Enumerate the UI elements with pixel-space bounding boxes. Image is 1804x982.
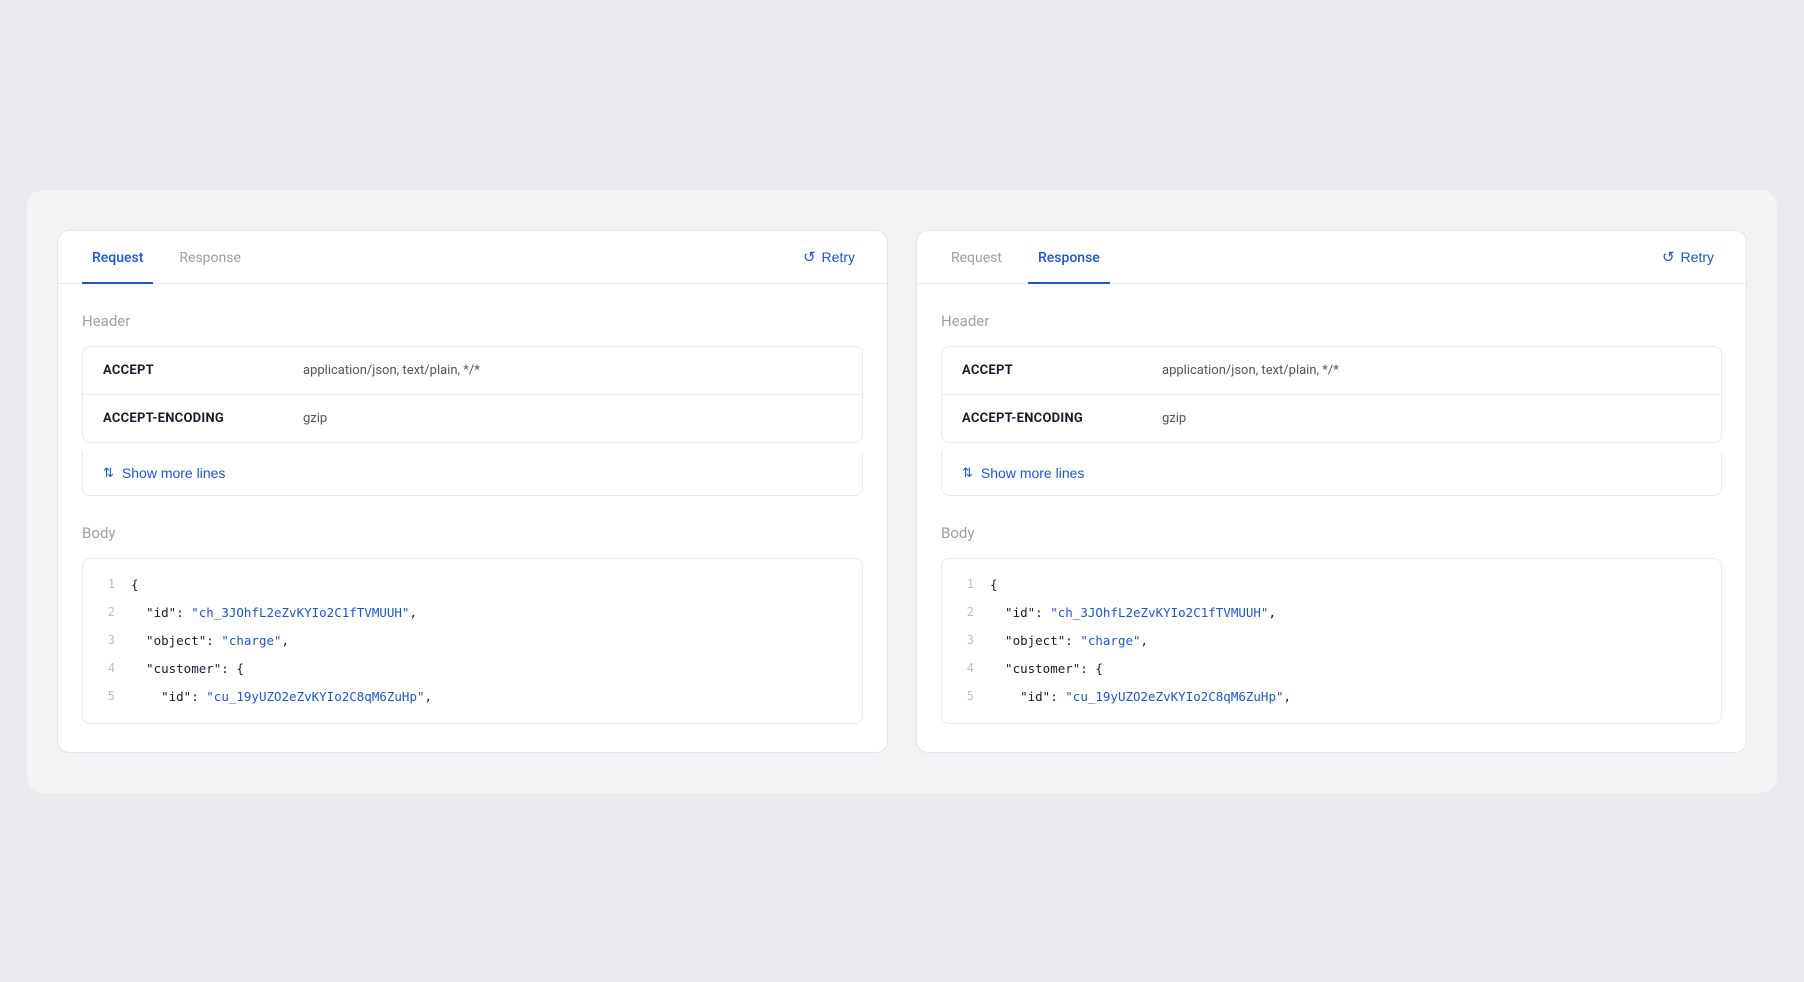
code-line: 4 "customer": { — [942, 655, 1721, 683]
show-more-label: Show more lines — [122, 465, 226, 481]
header-row: ACCEPT-ENCODINGgzip — [83, 395, 862, 442]
expand-icon: ⇅ — [103, 465, 114, 481]
header-value: gzip — [303, 411, 327, 426]
expand-icon: ⇅ — [962, 465, 973, 481]
line-number: 4 — [83, 659, 131, 675]
body-section: Body1{2 "id": "ch_3JOhfL2eZvKYIo2C1fTVMU… — [941, 524, 1722, 724]
panel-body: Header ACCEPTapplication/json, text/plain… — [58, 284, 887, 752]
line-number: 3 — [942, 631, 990, 647]
header-section-title: Header — [82, 312, 863, 330]
code-line: 5 "id": "cu_19yUZO2eZvKYIo2C8qM6ZuHp", — [942, 683, 1721, 711]
header-value: application/json, text/plain, */* — [303, 363, 480, 378]
line-number: 2 — [83, 603, 131, 619]
line-content: "id": "ch_3JOhfL2eZvKYIo2C1fTVMUUH", — [131, 603, 862, 623]
tab-response[interactable]: Response — [1028, 232, 1110, 284]
line-content: "id": "cu_19yUZO2eZvKYIo2C8qM6ZuHp", — [131, 687, 862, 707]
line-number: 2 — [942, 603, 990, 619]
code-line: 1{ — [942, 571, 1721, 599]
panel-body: Header ACCEPTapplication/json, text/plain… — [917, 284, 1746, 752]
panel-left: Request Response ↻ Retry Header ACCEPTapplica… — [57, 230, 888, 753]
show-more-lines-button[interactable]: ⇅ Show more lines — [82, 451, 863, 496]
line-content: "object": "charge", — [131, 631, 862, 651]
panel-right: Request Response ↻ Retry Header ACCEPTapplica… — [916, 230, 1747, 753]
body-section-title: Body — [941, 524, 1722, 542]
line-content: "id": "ch_3JOhfL2eZvKYIo2C1fTVMUUH", — [990, 603, 1721, 623]
show-more-label: Show more lines — [981, 465, 1085, 481]
line-number: 1 — [942, 575, 990, 591]
code-line: 3 "object": "charge", — [942, 627, 1721, 655]
panels-row: RequestResponse↻RetryHeaderACCEPTapplica… — [57, 230, 1747, 753]
line-content: { — [131, 575, 862, 595]
line-content: "customer": { — [131, 659, 862, 679]
code-block: 1{2 "id": "ch_3JOhfL2eZvKYIo2C1fTVMUUH",… — [82, 558, 863, 724]
code-line: 3 "object": "charge", — [83, 627, 862, 655]
code-line: 4 "customer": { — [83, 655, 862, 683]
body-section-title: Body — [82, 524, 863, 542]
retry-button[interactable]: ↻ Retry — [1654, 244, 1722, 270]
line-number: 1 — [83, 575, 131, 591]
code-line: 2 "id": "ch_3JOhfL2eZvKYIo2C1fTVMUUH", — [942, 599, 1721, 627]
code-line: 1{ — [83, 571, 862, 599]
line-number: 5 — [83, 687, 131, 703]
tab-response[interactable]: Response — [169, 232, 251, 284]
header-row: ACCEPTapplication/json, text/plain, */* — [942, 347, 1721, 395]
code-block: 1{2 "id": "ch_3JOhfL2eZvKYIo2C1fTVMUUH",… — [941, 558, 1722, 724]
header-key: ACCEPT — [103, 363, 303, 378]
retry-label: Retry — [822, 249, 855, 265]
header-key: ACCEPT — [962, 363, 1162, 378]
panel-tabs: Request Response ↻ Retry — [58, 231, 887, 284]
code-content: 1{2 "id": "ch_3JOhfL2eZvKYIo2C1fTVMUUH",… — [942, 559, 1721, 723]
body-section: Body1{2 "id": "ch_3JOhfL2eZvKYIo2C1fTVMU… — [82, 524, 863, 724]
retry-label: Retry — [1681, 249, 1714, 265]
code-line: 5 "id": "cu_19yUZO2eZvKYIo2C8qM6ZuHp", — [83, 683, 862, 711]
header-key: ACCEPT-ENCODING — [103, 411, 303, 426]
line-content: "customer": { — [990, 659, 1721, 679]
header-table: ACCEPTapplication/json, text/plain, */*A… — [82, 346, 863, 443]
header-key: ACCEPT-ENCODING — [962, 411, 1162, 426]
header-row: ACCEPTapplication/json, text/plain, */* — [83, 347, 862, 395]
line-number: 5 — [942, 687, 990, 703]
tab-request[interactable]: Request — [941, 232, 1012, 284]
outer-container: RequestResponse↻RetryHeaderACCEPTapplica… — [27, 190, 1777, 793]
retry-icon: ↻ — [803, 248, 816, 266]
line-content: "id": "cu_19yUZO2eZvKYIo2C8qM6ZuHp", — [990, 687, 1721, 707]
header-table: ACCEPTapplication/json, text/plain, */*A… — [941, 346, 1722, 443]
header-row: ACCEPT-ENCODINGgzip — [942, 395, 1721, 442]
code-content: 1{2 "id": "ch_3JOhfL2eZvKYIo2C1fTVMUUH",… — [83, 559, 862, 723]
line-number: 3 — [83, 631, 131, 647]
line-number: 4 — [942, 659, 990, 675]
header-section-title: Header — [941, 312, 1722, 330]
panel-tabs: Request Response ↻ Retry — [917, 231, 1746, 284]
code-line: 2 "id": "ch_3JOhfL2eZvKYIo2C1fTVMUUH", — [83, 599, 862, 627]
header-value: gzip — [1162, 411, 1186, 426]
line-content: "object": "charge", — [990, 631, 1721, 651]
tab-request[interactable]: Request — [82, 232, 153, 284]
show-more-lines-button[interactable]: ⇅ Show more lines — [941, 451, 1722, 496]
header-value: application/json, text/plain, */* — [1162, 363, 1339, 378]
retry-icon: ↻ — [1662, 248, 1675, 266]
line-content: { — [990, 575, 1721, 595]
retry-button[interactable]: ↻ Retry — [795, 244, 863, 270]
